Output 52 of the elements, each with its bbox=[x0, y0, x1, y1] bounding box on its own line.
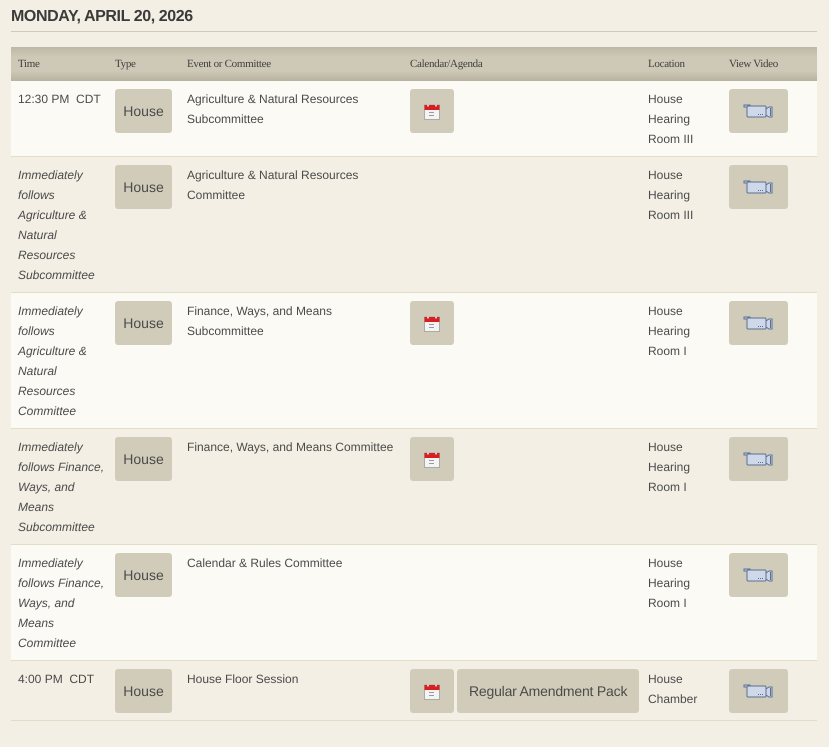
type-button[interactable]: House bbox=[115, 553, 172, 597]
type-button[interactable]: House bbox=[115, 165, 172, 209]
calendar-button[interactable] bbox=[410, 669, 454, 713]
video-button[interactable] bbox=[729, 165, 788, 209]
calendar-button[interactable] bbox=[410, 301, 454, 345]
event-name: Calendar & Rules Committee bbox=[187, 555, 344, 572]
video-camera-icon bbox=[742, 451, 774, 467]
time-text: Immediately follows Agriculture & Natural Resources Subcommittee bbox=[18, 167, 96, 284]
column-header: Event or Committee bbox=[187, 58, 272, 70]
column-header: Type bbox=[115, 58, 137, 70]
location-text: House Hearing Room I bbox=[648, 439, 692, 496]
column-header: Calendar/Agenda bbox=[410, 58, 484, 70]
type-button[interactable]: House bbox=[115, 437, 172, 481]
date-heading: MONDAY, APRIL 20, 2026 bbox=[11, 0, 817, 32]
calendar-icon bbox=[424, 102, 440, 120]
column-header: Location bbox=[648, 58, 686, 70]
video-button[interactable] bbox=[729, 437, 788, 481]
document-button[interactable]: Regular Amendment Pack bbox=[457, 669, 640, 713]
video-button[interactable] bbox=[729, 89, 788, 133]
column-header: View Video bbox=[729, 58, 779, 70]
type-button[interactable]: House bbox=[115, 89, 172, 133]
video-camera-icon bbox=[742, 683, 774, 699]
calendar-icon bbox=[424, 314, 440, 332]
location-text: House Chamber bbox=[648, 671, 698, 708]
location-text: House Hearing Room III bbox=[648, 91, 694, 148]
time-text: 12:30 PM CDT bbox=[18, 91, 101, 108]
time-text: Immediately follows Finance, Ways, and Means Committee bbox=[18, 555, 106, 652]
time-text: Immediately follows Finance, Ways, and Means Subcommittee bbox=[18, 439, 106, 536]
video-button[interactable] bbox=[729, 553, 788, 597]
time-text: Immediately follows Agriculture & Natural Resources Committee bbox=[18, 303, 88, 420]
video-camera-icon bbox=[742, 103, 774, 119]
event-name: Agriculture & Natural Resources Subcommittee bbox=[187, 91, 360, 128]
event-name: Finance, Ways, and Means Subcommittee bbox=[187, 303, 333, 340]
column-header: Time bbox=[18, 58, 41, 70]
video-camera-icon bbox=[742, 567, 774, 583]
location-text: House Hearing Room III bbox=[648, 167, 694, 224]
event-name: Agriculture & Natural Resources Committee bbox=[187, 167, 360, 204]
type-button[interactable]: House bbox=[115, 301, 172, 345]
time-text: 4:00 PM CDT bbox=[18, 671, 94, 688]
calendar-button[interactable] bbox=[410, 437, 454, 481]
calendar-icon bbox=[424, 450, 440, 468]
calendar-button[interactable] bbox=[410, 89, 454, 133]
video-button[interactable] bbox=[729, 301, 788, 345]
type-button[interactable]: House bbox=[115, 669, 172, 713]
location-text: House Hearing Room I bbox=[648, 303, 692, 360]
event-name: Finance, Ways, and Means Committee bbox=[187, 439, 394, 456]
video-button[interactable] bbox=[729, 669, 788, 713]
video-camera-icon bbox=[742, 315, 774, 331]
location-text: House Hearing Room I bbox=[648, 555, 692, 612]
event-name: House Floor Session bbox=[187, 671, 300, 688]
calendar-icon bbox=[424, 682, 440, 700]
video-camera-icon bbox=[742, 179, 774, 195]
